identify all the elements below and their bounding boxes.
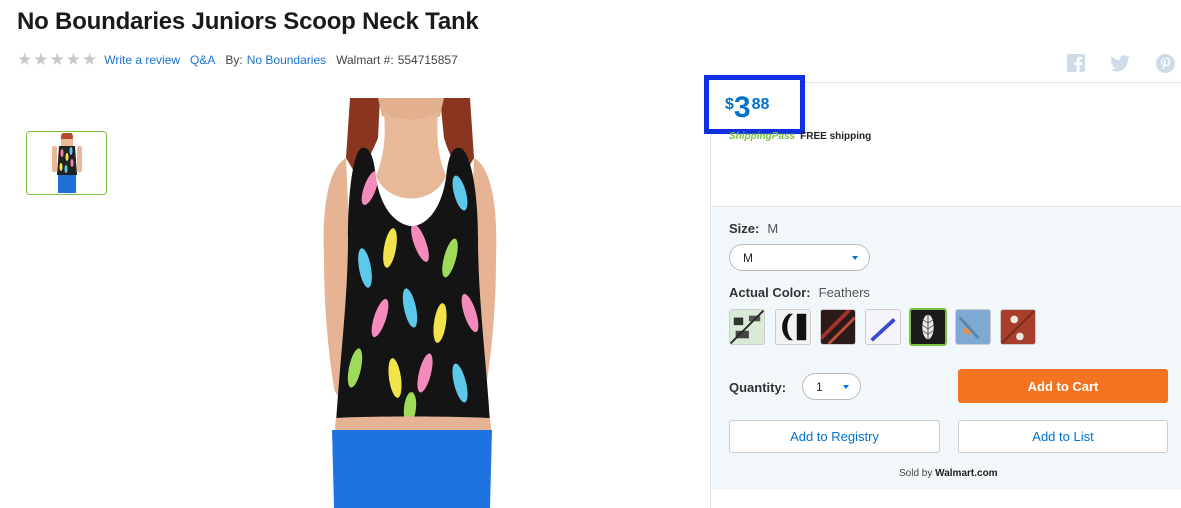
rating-stars[interactable]: ★ ★ ★ ★ ★ bbox=[17, 50, 98, 69]
star-icon: ★ bbox=[33, 50, 49, 69]
main-product-image[interactable] bbox=[310, 98, 510, 508]
pinterest-share-button[interactable] bbox=[1155, 53, 1175, 73]
product-thumbnail[interactable] bbox=[26, 131, 107, 195]
brand-link[interactable]: No Boundaries bbox=[247, 53, 326, 67]
star-icon: ★ bbox=[17, 50, 33, 69]
swatch-pattern-4 bbox=[866, 310, 900, 344]
chevron-down-icon bbox=[852, 256, 858, 260]
sold-by: Sold by Walmart.com bbox=[899, 468, 998, 479]
product-photo bbox=[323, 98, 497, 508]
sold-by-label: Sold by bbox=[899, 468, 933, 479]
qa-link[interactable]: Q&A bbox=[190, 53, 215, 67]
seller-name: Walmart.com bbox=[935, 468, 998, 479]
add-to-list-button[interactable]: Add to List bbox=[958, 420, 1168, 453]
product-title: No Boundaries Juniors Scoop Neck Tank bbox=[17, 8, 479, 35]
color-swatch-2[interactable] bbox=[775, 309, 811, 345]
walmart-number: 554715857 bbox=[397, 53, 458, 67]
swatch-pattern-7 bbox=[1001, 310, 1035, 344]
add-to-registry-button[interactable]: Add to Registry bbox=[729, 420, 940, 453]
swatch-pattern-feathers bbox=[911, 310, 945, 344]
price-whole: 3 bbox=[733, 91, 751, 124]
quantity-label: Quantity: bbox=[729, 380, 787, 395]
size-value: M bbox=[767, 221, 779, 236]
size-label-row: Size: M bbox=[729, 221, 778, 236]
color-swatch-1[interactable] bbox=[729, 309, 765, 345]
star-icon: ★ bbox=[65, 50, 81, 69]
facebook-icon bbox=[1067, 54, 1085, 72]
quantity-select[interactable]: 1 bbox=[802, 373, 861, 400]
shipping-info: ShippingPass FREE shipping bbox=[729, 131, 871, 142]
color-label: Actual Color: bbox=[729, 285, 811, 300]
price-currency: $ bbox=[725, 96, 734, 113]
product-thumbnail-image bbox=[46, 133, 87, 193]
chevron-down-icon bbox=[843, 385, 849, 389]
swatch-pattern-1 bbox=[730, 310, 764, 344]
free-shipping-text: FREE shipping bbox=[800, 131, 872, 142]
facebook-share-button[interactable] bbox=[1066, 53, 1086, 73]
swatch-pattern-2 bbox=[776, 310, 810, 344]
twitter-share-button[interactable] bbox=[1110, 53, 1130, 73]
swatch-pattern-3 bbox=[821, 310, 855, 344]
color-swatch-7[interactable] bbox=[1000, 309, 1036, 345]
by-label: By: bbox=[225, 53, 243, 67]
color-swatch-4[interactable] bbox=[865, 309, 901, 345]
color-swatch-feathers[interactable] bbox=[909, 308, 947, 346]
color-label-row: Actual Color: Feathers bbox=[729, 285, 870, 300]
size-select[interactable]: M bbox=[729, 244, 870, 271]
twitter-icon bbox=[1110, 54, 1130, 71]
pinterest-icon bbox=[1155, 53, 1175, 73]
color-swatch-6[interactable] bbox=[955, 309, 991, 345]
shipping-pass-logo: ShippingPass bbox=[729, 131, 796, 142]
color-swatch-3[interactable] bbox=[820, 309, 856, 345]
quantity-value: 1 bbox=[816, 379, 823, 394]
size-label: Size: bbox=[729, 221, 760, 236]
color-value: Feathers bbox=[818, 285, 870, 300]
walmart-number-label: Walmart #: bbox=[336, 53, 394, 67]
star-icon: ★ bbox=[49, 50, 65, 69]
price: $ 3 88 bbox=[725, 88, 769, 128]
price-cents: 88 bbox=[751, 96, 770, 113]
star-icon: ★ bbox=[82, 50, 98, 69]
size-selected-value: M bbox=[743, 250, 753, 265]
product-meta-row: ★ ★ ★ ★ ★ Write a review Q&A By: No Boun… bbox=[17, 50, 458, 69]
add-to-cart-button[interactable]: Add to Cart bbox=[958, 369, 1168, 403]
write-review-link[interactable]: Write a review bbox=[104, 53, 180, 67]
swatch-pattern-6 bbox=[956, 310, 990, 344]
